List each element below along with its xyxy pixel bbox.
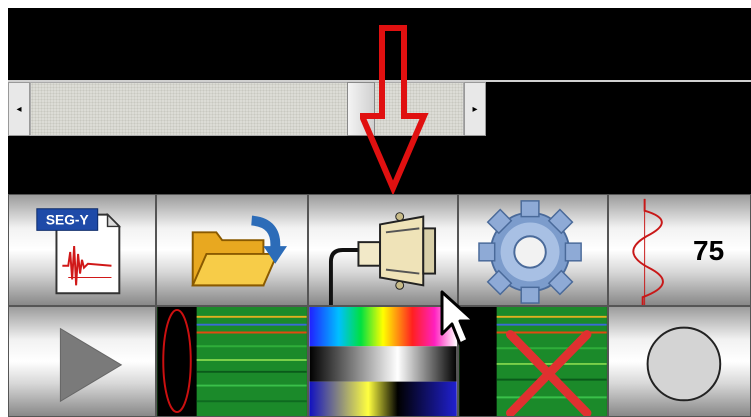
open-folder-icon — [191, 215, 287, 287]
seismic-view-button[interactable] — [156, 306, 308, 417]
open-folder-button[interactable] — [156, 194, 308, 306]
serial-connector-icon — [328, 212, 437, 305]
play-button[interactable] — [8, 306, 156, 417]
seismic-delete-icon — [459, 307, 607, 416]
seismic-delete-button[interactable] — [458, 306, 608, 417]
play-icon — [59, 327, 123, 403]
amplitude-button[interactable]: 75 — [608, 194, 751, 306]
scroll-right-button[interactable]: ▸ — [464, 82, 486, 136]
segy-label: SEG-Y — [46, 212, 89, 227]
serial-connector-button[interactable] — [308, 194, 458, 306]
segy-file-button[interactable]: SEG-Y — [8, 194, 156, 306]
right-black-band — [486, 82, 751, 138]
wavelet-icon — [632, 198, 664, 305]
settings-button[interactable] — [458, 194, 608, 306]
gear-icon — [478, 200, 582, 304]
color-palette-icon — [309, 307, 457, 416]
red-down-arrow-icon — [360, 25, 429, 194]
circle-record-icon — [646, 326, 722, 402]
mouse-cursor-icon — [440, 290, 476, 346]
amplitude-value: 75 — [693, 235, 725, 266]
scroll-left-button[interactable]: ◂ — [8, 82, 30, 136]
segy-file-icon: SEG-Y — [36, 208, 122, 295]
record-button[interactable] — [608, 306, 751, 417]
seismic-section-icon — [157, 307, 307, 416]
color-scale-button[interactable] — [308, 306, 458, 417]
